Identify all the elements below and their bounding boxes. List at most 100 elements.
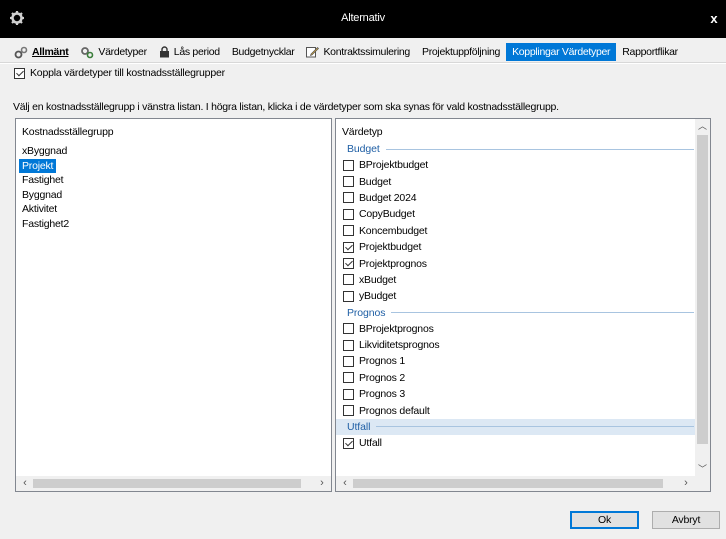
gears-icon <box>14 46 28 59</box>
checkbox[interactable] <box>343 159 354 171</box>
scroll-up-arrow[interactable]: ︿ <box>695 119 710 133</box>
ok-button[interactable]: Ok <box>570 511 639 529</box>
list-item[interactable]: Fastighet <box>19 173 72 188</box>
vertical-scrollbar[interactable]: ︿ ﹀ <box>695 119 710 476</box>
value-type-list[interactable]: Värdetyp Budget BProjektbudget Budget Bu… <box>335 118 711 492</box>
checkbox-box[interactable] <box>14 67 25 79</box>
checkbox[interactable] <box>343 339 354 351</box>
group-label: Utfall <box>347 420 371 433</box>
list-item[interactable]: Byggnad <box>19 188 72 203</box>
item-label: Prognos 1 <box>359 355 406 368</box>
list-item[interactable]: xByggnad <box>19 144 72 159</box>
tab-label: Kopplingar Värdetyper <box>512 46 611 58</box>
group-header-utfall: Utfall <box>336 418 698 435</box>
tab-projektuppfoljning[interactable]: Projektuppföljning <box>416 43 506 61</box>
checkbox-checked[interactable] <box>343 258 354 270</box>
value-type-item[interactable]: Projektprognos <box>336 255 698 271</box>
tab-label: Allmänt <box>32 46 69 58</box>
list-item-label: xByggnad <box>22 145 68 157</box>
horizontal-scrollbar[interactable]: ‹ › <box>16 476 331 491</box>
tab-budgetnycklar[interactable]: Budgetnycklar <box>226 43 301 61</box>
value-type-item[interactable]: Koncembudget <box>336 223 698 239</box>
item-label: Prognos 2 <box>359 371 406 384</box>
title-bar: Alternativ x <box>0 0 726 38</box>
item-label: BProjektprognos <box>359 322 434 335</box>
list-header: Kostnadsställegrupp <box>22 126 114 138</box>
list-item[interactable]: Aktivitet <box>19 202 72 217</box>
value-type-item[interactable]: BProjektprognos <box>336 321 698 337</box>
tab-kopplingar-vardetyper[interactable]: Kopplingar Värdetyper <box>506 43 617 61</box>
scrollbar-thumb[interactable] <box>697 135 708 444</box>
scroll-down-arrow[interactable]: ﹀ <box>695 462 710 476</box>
value-type-item[interactable]: Utfall <box>336 435 698 451</box>
value-type-item[interactable]: Prognos 1 <box>336 353 698 369</box>
item-label: CopyBudget <box>359 208 415 221</box>
scroll-corner <box>695 476 710 491</box>
value-type-item[interactable]: xBudget <box>336 272 698 288</box>
tab-label: Värdetyper <box>98 46 147 58</box>
checkbox-checked[interactable] <box>343 437 354 449</box>
checkbox[interactable] <box>343 372 354 384</box>
scroll-left-arrow[interactable]: ‹ <box>338 476 352 491</box>
group-label: Budget <box>347 143 380 155</box>
scroll-right-arrow[interactable]: › <box>315 476 329 491</box>
list-item-selected[interactable]: Projekt <box>19 158 72 173</box>
item-label: Budget <box>359 175 392 188</box>
checkbox[interactable] <box>343 323 354 335</box>
group-label: Prognos <box>347 306 386 319</box>
cancel-button[interactable]: Avbryt <box>652 511 720 529</box>
item-label: Likviditetsprognos <box>359 339 440 352</box>
checkbox[interactable] <box>343 355 354 367</box>
value-type-item[interactable]: yBudget <box>336 288 698 304</box>
tab-label: Lås period <box>173 46 220 58</box>
list-item[interactable]: Fastighet2 <box>19 217 72 232</box>
value-type-item[interactable]: CopyBudget <box>336 206 698 222</box>
item-label: yBudget <box>359 290 397 303</box>
value-type-item[interactable]: Prognos 3 <box>336 386 698 402</box>
item-label: BProjektbudget <box>359 159 428 172</box>
list-item-label: Projekt <box>19 158 57 173</box>
tab-las-period[interactable]: Lås period <box>153 43 226 61</box>
checkbox[interactable] <box>343 192 354 204</box>
checkbox[interactable] <box>343 405 354 417</box>
tab-rapportflikar[interactable]: Rapportflikar <box>616 43 684 61</box>
checkbox[interactable] <box>343 176 354 188</box>
scroll-left-arrow[interactable]: ‹ <box>18 476 32 491</box>
value-type-item[interactable]: Budget <box>336 173 698 189</box>
horizontal-scrollbar[interactable]: ‹ › <box>336 476 695 491</box>
lock-icon <box>159 46 170 58</box>
item-label: xBudget <box>359 273 397 286</box>
close-button[interactable]: x <box>702 11 726 31</box>
tab-kontraktssimulering[interactable]: Kontraktssimulering <box>300 43 416 61</box>
tab-vardetyper[interactable]: Värdetyper <box>74 43 152 61</box>
tab-separator <box>0 62 726 64</box>
group-divider <box>376 426 694 428</box>
list-item-label: Aktivitet <box>22 203 57 215</box>
tab-allmant[interactable]: Allmänt <box>8 43 74 61</box>
checkbox[interactable] <box>343 225 354 237</box>
group-divider <box>385 148 694 150</box>
checkbox[interactable] <box>343 208 354 220</box>
edit-icon <box>306 46 320 58</box>
value-type-item[interactable]: Prognos 2 <box>336 370 698 386</box>
scrollbar-thumb[interactable] <box>33 479 301 488</box>
scrollbar-thumb[interactable] <box>353 479 663 488</box>
value-type-item[interactable]: Projektbudget <box>336 239 698 255</box>
item-label: Projektprognos <box>359 257 427 270</box>
scroll-right-arrow[interactable]: › <box>679 476 693 491</box>
checkbox[interactable] <box>343 274 354 286</box>
link-valuetypes-checkbox[interactable]: Koppla värdetyper till kostnadsställegru… <box>14 67 225 79</box>
item-label: Utfall <box>359 437 382 450</box>
group-header-budget: Budget <box>336 141 698 157</box>
checkbox[interactable] <box>343 290 354 302</box>
checkbox[interactable] <box>343 388 354 400</box>
value-type-item[interactable]: Budget 2024 <box>336 190 698 206</box>
cost-center-group-list[interactable]: Kostnadsställegrupp xByggnad Projekt Fas… <box>15 118 332 492</box>
value-type-item[interactable]: BProjektbudget <box>336 157 698 173</box>
value-type-item[interactable]: Likviditetsprognos <box>336 337 698 353</box>
instruction-text: Välj en kostnadsställegrupp i vänstra li… <box>13 101 559 113</box>
value-type-item[interactable]: Prognos default <box>336 402 698 418</box>
checkbox-checked[interactable] <box>343 241 354 253</box>
tab-label: Rapportflikar <box>622 46 678 58</box>
gears-color-icon <box>80 46 94 59</box>
